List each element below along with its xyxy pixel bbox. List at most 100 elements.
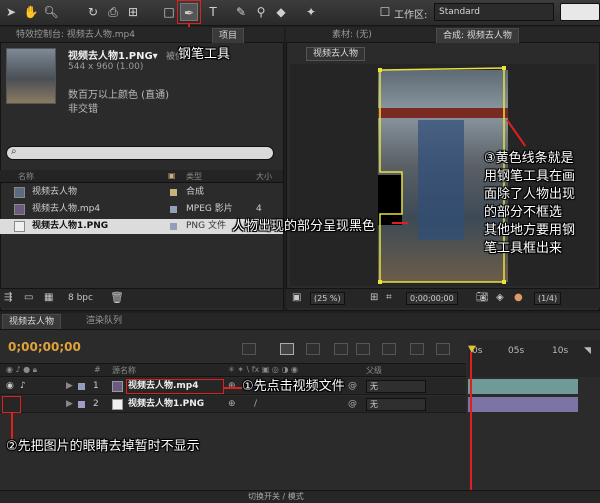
av-features-icon[interactable]: ◉ ♪ ● 🔒︎ xyxy=(6,365,37,375)
zoom-tool-icon[interactable]: 🔍︎ xyxy=(42,3,60,21)
comp-flowchart-icon[interactable] xyxy=(280,343,294,355)
playhead-line[interactable] xyxy=(470,352,472,490)
col-name[interactable]: 名称 xyxy=(18,171,34,182)
parent-pickwhip-icon[interactable]: @ xyxy=(348,396,357,413)
new-folder-icon[interactable]: ▭ xyxy=(24,292,33,303)
viewer-timecode[interactable]: 0;00;00;00 xyxy=(406,292,458,305)
video-file-icon xyxy=(112,381,123,392)
type-tool-icon[interactable]: T xyxy=(204,3,222,21)
region-icon[interactable]: ▣ xyxy=(292,292,301,303)
safe-zone-icon[interactable]: ⌗ xyxy=(386,292,392,303)
tools-toolbar: ➤ ✋ 🔍︎ ↻ ⎙ ⊞ □ ✒ T ✎ ⚲ ◆ ✦ ☐ 工作区: Standa… xyxy=(0,0,600,26)
hand-tool-icon[interactable]: ✋ xyxy=(22,3,40,21)
ruler-label: 05s xyxy=(508,346,525,356)
layer-row[interactable]: ▶ 2 视频去人物1.PNG ⊕ / @ 无 xyxy=(0,396,466,413)
brainstorm-icon[interactable] xyxy=(436,343,450,355)
quality-switch-icon[interactable]: ⊕ xyxy=(228,396,236,413)
expand-arrow-icon[interactable]: ▶ xyxy=(66,378,73,395)
tab-timeline-comp[interactable]: 视频去人物 xyxy=(2,314,62,329)
file-interlace: 非交错 xyxy=(68,104,98,115)
quality-slash-icon[interactable]: / xyxy=(254,396,257,413)
visibility-eye-icon[interactable]: ◉ xyxy=(6,378,14,395)
snapshot-icon[interactable]: 📷︎ xyxy=(476,292,489,303)
tab-project[interactable]: 项目 xyxy=(212,28,245,43)
eye-toggle-highlight xyxy=(2,396,21,413)
col-parent[interactable]: 父级 xyxy=(366,365,382,376)
parent-pickwhip-icon[interactable]: @ xyxy=(348,378,357,395)
tab-render-queue[interactable]: 渲染队列 xyxy=(80,314,128,329)
camera-tool-icon[interactable]: ⎙ xyxy=(104,3,122,21)
zoom-select[interactable]: (25 %) xyxy=(310,292,345,305)
trash-icon[interactable]: 🗑︎ xyxy=(110,291,124,304)
tab-footage[interactable]: 素材: (无) xyxy=(326,28,378,43)
label-col-icon[interactable]: ▣ xyxy=(168,171,176,180)
interpret-footage-icon[interactable]: ⇶ xyxy=(4,292,12,303)
checkbox-icon[interactable]: ☐ xyxy=(376,3,394,21)
project-column-header: 名称 ▣ 类型 大小 xyxy=(0,170,283,183)
timeline-timecode[interactable]: 0;00;00;00 xyxy=(8,340,81,354)
project-item[interactable]: 视频去人物.mp4 MPEG 影片 4 xyxy=(0,202,283,217)
show-snapshot-icon[interactable]: ◈ xyxy=(496,292,504,303)
project-tabbar: 特效控制台: 视频去人物.mp4 项目 xyxy=(0,27,284,43)
annotation-step1: ①先点击视频文件 xyxy=(242,379,345,394)
layer-bar-image[interactable] xyxy=(468,397,578,412)
project-footer: ⇶ ▭ ▦ 8 bpc 🗑︎ xyxy=(0,288,283,308)
audio-icon[interactable]: ♪ xyxy=(20,378,26,395)
time-ruler[interactable]: 0s 05s 10s ◥ ▼ xyxy=(468,340,600,377)
eraser-tool-icon[interactable]: ◆ xyxy=(272,3,290,21)
step1-callout-line xyxy=(224,387,242,389)
frame-blending-icon[interactable] xyxy=(356,343,370,355)
hide-shy-icon[interactable] xyxy=(334,343,348,355)
layer-bar-video[interactable] xyxy=(468,379,578,394)
tab-composition[interactable]: 合成: 视频去人物 xyxy=(436,28,519,43)
tab-effect-controls[interactable]: 特效控制台: 视频去人物.mp4 xyxy=(10,28,141,43)
new-composition-icon[interactable]: ▦ xyxy=(44,292,53,303)
file-name[interactable]: 视频去人物1.PNG▾ xyxy=(68,47,158,62)
graph-editor-icon[interactable] xyxy=(410,343,424,355)
col-number[interactable]: # xyxy=(94,365,101,374)
layer-column-header: ◉ ♪ ● 🔒︎ # 源名称 ✳ ✶ \ fx ▣ ◎ ◑ ◉ 父级 xyxy=(0,363,466,377)
zoom-end-icon[interactable]: ◥ xyxy=(584,346,591,356)
workspace-select[interactable]: Standard xyxy=(434,3,554,21)
col-source-name[interactable]: 源名称 xyxy=(112,365,136,376)
selection-tool-icon[interactable]: ➤ xyxy=(2,3,20,21)
live-update-icon[interactable] xyxy=(242,343,256,355)
image-file-icon xyxy=(14,221,25,232)
help-search-input[interactable] xyxy=(560,3,600,21)
label-swatch[interactable] xyxy=(170,206,177,213)
expand-arrow-icon[interactable]: ▶ xyxy=(66,396,73,413)
pan-behind-tool-icon[interactable]: ⊞ xyxy=(124,3,142,21)
rotate-tool-icon[interactable]: ↻ xyxy=(84,3,102,21)
grid-icon[interactable]: ⊞ xyxy=(370,292,378,303)
project-search-input[interactable]: ⌕ xyxy=(6,146,274,160)
label-swatch[interactable] xyxy=(78,401,85,408)
bpc-label[interactable]: 8 bpc xyxy=(68,293,93,303)
label-swatch[interactable] xyxy=(170,189,177,196)
col-size[interactable]: 大小 xyxy=(256,171,272,182)
black-area-callout-line xyxy=(392,222,408,224)
project-item[interactable]: 视频去人物 合成 xyxy=(0,185,283,200)
file-thumbnail xyxy=(6,48,56,104)
file-colors: 数百万以上颜色 (直通) xyxy=(68,90,169,101)
resolution-select[interactable]: (1/4) xyxy=(534,292,562,305)
channel-icon[interactable]: ● xyxy=(514,292,523,303)
puppet-tool-icon[interactable]: ✦ xyxy=(302,3,320,21)
label-swatch[interactable] xyxy=(170,223,177,230)
clone-stamp-tool-icon[interactable]: ⚲ xyxy=(252,3,270,21)
col-type[interactable]: 类型 xyxy=(186,171,202,182)
parent-select[interactable]: 无 xyxy=(366,398,426,411)
annotation-pen-tool: 钢笔工具 xyxy=(178,47,231,62)
annotation-black-area: 人物出现的部分呈现黑色 xyxy=(232,219,376,234)
switches-icon[interactable]: ✳ ✶ \ fx ▣ ◎ ◑ ◉ xyxy=(228,365,298,374)
toggle-switches-modes[interactable]: 切换开关 / 模式 xyxy=(248,491,304,502)
motion-blur-icon[interactable] xyxy=(382,343,396,355)
composition-icon xyxy=(14,187,25,198)
layer-name[interactable]: 视频去人物1.PNG xyxy=(128,396,204,413)
rectangle-tool-icon[interactable]: □ xyxy=(160,3,178,21)
parent-select[interactable]: 无 xyxy=(366,380,426,393)
comp-name-button[interactable]: 视频去人物 xyxy=(306,47,366,61)
label-swatch[interactable] xyxy=(78,383,85,390)
workspace-label: 工作区: xyxy=(394,10,428,21)
brush-tool-icon[interactable]: ✎ xyxy=(232,3,250,21)
draft-3d-icon[interactable] xyxy=(306,343,320,355)
